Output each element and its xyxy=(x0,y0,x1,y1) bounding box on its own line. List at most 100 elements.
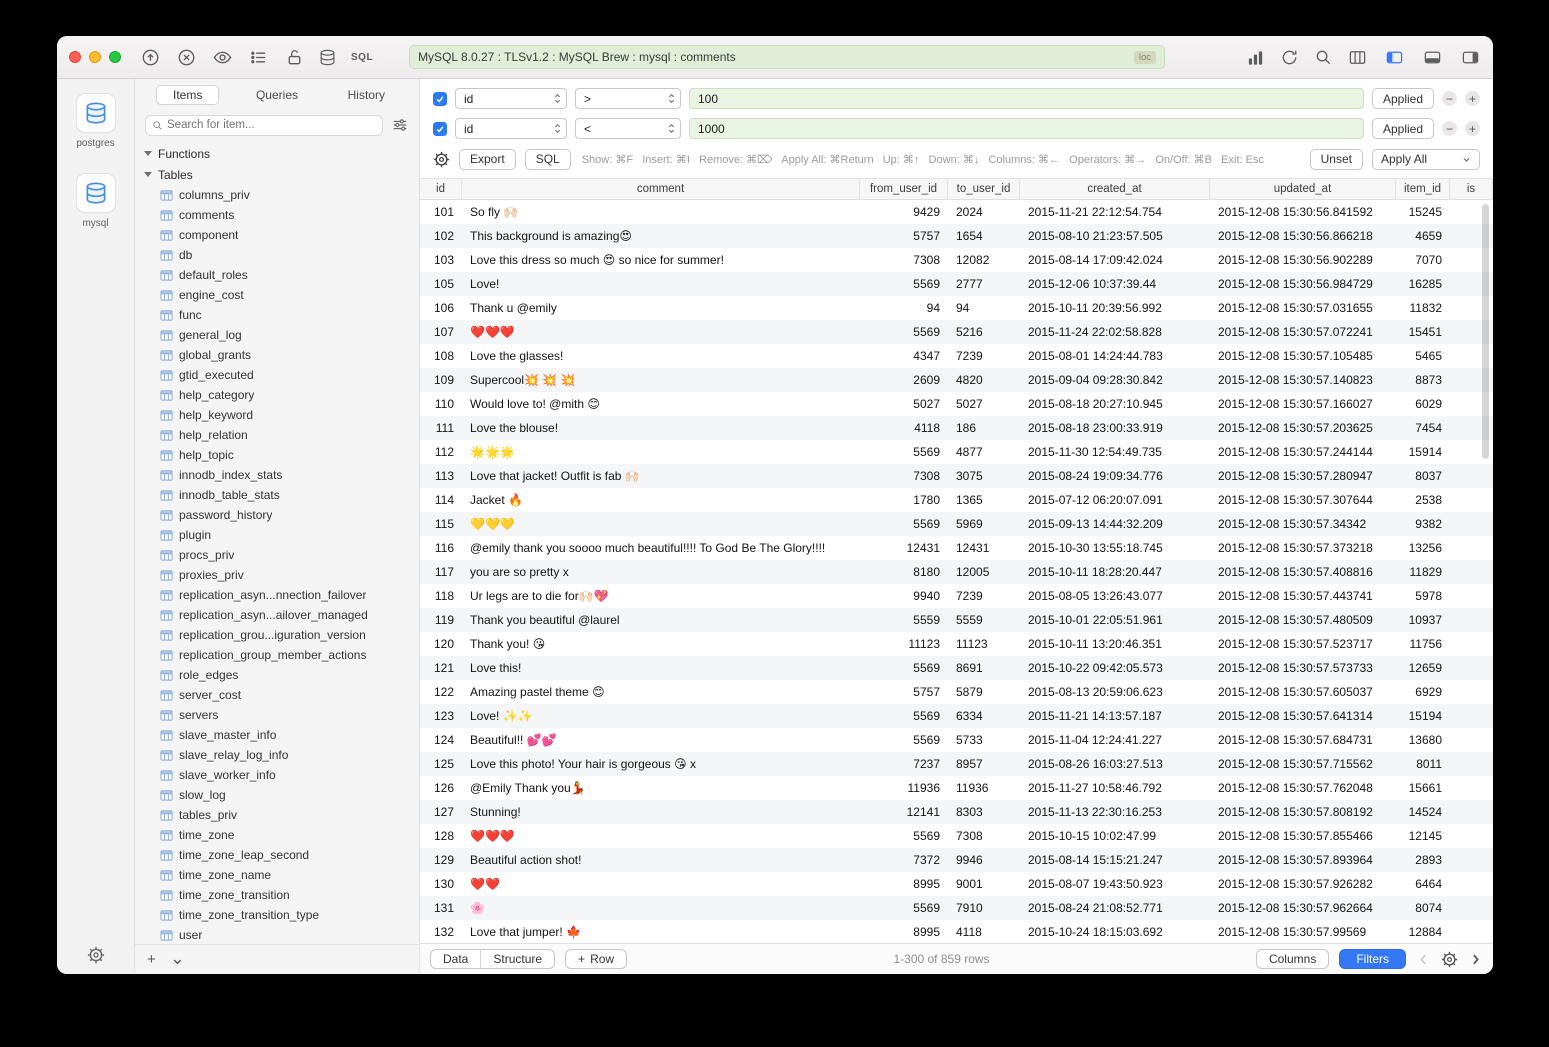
table-row[interactable]: 128 ❤️❤️❤️ 5569 7308 2015-10-15 10:02:47… xyxy=(420,824,1493,848)
sidebar-table-item[interactable]: user xyxy=(135,925,419,944)
table-row[interactable]: 113 Love that jacket! Outfit is fab 🙌🏻 7… xyxy=(420,464,1493,488)
search-input[interactable] xyxy=(167,119,376,131)
toggle-right-panel-icon[interactable] xyxy=(1460,48,1481,67)
sidebar-table-item[interactable]: servers xyxy=(135,705,419,725)
tab-queries[interactable]: Queries xyxy=(232,86,321,104)
sidebar-table-item[interactable]: db xyxy=(135,245,419,265)
sidebar-table-item[interactable]: comments xyxy=(135,205,419,225)
table-row[interactable]: 121 Love this! 5569 8691 2015-10-22 09:4… xyxy=(420,656,1493,680)
gear-icon[interactable] xyxy=(87,946,105,964)
table-row[interactable]: 122 Amazing pastel theme 😊 5757 5879 201… xyxy=(420,680,1493,704)
add-filter-button[interactable]: + xyxy=(1465,91,1480,106)
table-row[interactable]: 130 ❤️❤️ 8995 9001 2015-08-07 19:43:50.9… xyxy=(420,872,1493,896)
sidebar-table-item[interactable]: time_zone xyxy=(135,825,419,845)
column-header[interactable]: is xyxy=(1450,179,1493,199)
toggle-left-panel-icon[interactable] xyxy=(1384,48,1405,67)
table-row[interactable]: 101 So fly 🙌🏻 9429 2024 2015-11-21 22:12… xyxy=(420,200,1493,224)
table-row[interactable]: 129 Beautiful action shot! 7372 9946 201… xyxy=(420,848,1493,872)
sidebar-table-item[interactable]: columns_priv xyxy=(135,185,419,205)
sidebar-table-item[interactable]: help_relation xyxy=(135,425,419,445)
sidebar-table-item[interactable]: general_log xyxy=(135,325,419,345)
sidebar-table-item[interactable]: innodb_table_stats xyxy=(135,485,419,505)
filter-value-input[interactable] xyxy=(689,88,1364,109)
sidebar-table-item[interactable]: global_grants xyxy=(135,345,419,365)
add-filter-button[interactable]: + xyxy=(1465,121,1480,136)
close-window-button[interactable] xyxy=(69,51,81,63)
section-functions[interactable]: Functions xyxy=(135,143,419,164)
sidebar-table-item[interactable]: help_keyword xyxy=(135,405,419,425)
table-row[interactable]: 111 Love the blouse! 4118 186 2015-08-18… xyxy=(420,416,1493,440)
minimize-window-button[interactable] xyxy=(89,51,101,63)
sidebar-table-item[interactable]: time_zone_leap_second xyxy=(135,845,419,865)
add-item-button[interactable]: + xyxy=(147,952,156,967)
export-button[interactable]: Export xyxy=(459,149,516,170)
columns-button[interactable]: Columns xyxy=(1256,949,1329,969)
sidebar-table-item[interactable]: component xyxy=(135,225,419,245)
filter-column-select[interactable]: id xyxy=(455,118,567,139)
sidebar-table-item[interactable]: time_zone_transition_type xyxy=(135,905,419,925)
sidebar-table-item[interactable]: default_roles xyxy=(135,265,419,285)
sidebar-table-item[interactable]: time_zone_transition xyxy=(135,885,419,905)
sidebar-table-item[interactable]: procs_priv xyxy=(135,545,419,565)
zoom-window-button[interactable] xyxy=(109,51,121,63)
sidebar-table-item[interactable]: role_edges xyxy=(135,665,419,685)
sidebar-table-item[interactable]: proxies_priv xyxy=(135,565,419,585)
sidebar-table-item[interactable]: engine_cost xyxy=(135,285,419,305)
table-row[interactable]: 115 💛💛💛 5569 5969 2015-09-13 14:44:32.20… xyxy=(420,512,1493,536)
column-header[interactable]: from_user_id xyxy=(860,179,948,199)
remove-filter-button[interactable]: − xyxy=(1442,91,1457,106)
chevron-down-icon[interactable] xyxy=(172,954,183,965)
table-row[interactable]: 126 @Emily Thank you💃 11936 11936 2015-1… xyxy=(420,776,1493,800)
table-row[interactable]: 127 Stunning! 12141 8303 2015-11-13 22:3… xyxy=(420,800,1493,824)
toggle-bottom-panel-icon[interactable] xyxy=(1422,48,1443,67)
sidebar-table-item[interactable]: gtid_executed xyxy=(135,365,419,385)
sql-editor-icon[interactable]: SQL xyxy=(351,52,373,63)
column-header[interactable]: comment xyxy=(462,179,860,199)
table-row[interactable]: 114 Jacket 🔥 1780 1365 2015-07-12 06:20:… xyxy=(420,488,1493,512)
connection-mysql[interactable]: mysql xyxy=(76,173,116,229)
chevron-left-icon[interactable] xyxy=(1416,952,1431,967)
table-row[interactable]: 120 Thank you! 😘 11123 11123 2015-10-11 … xyxy=(420,632,1493,656)
gear-icon[interactable] xyxy=(1441,951,1458,968)
sidebar-table-item[interactable]: time_zone_name xyxy=(135,865,419,885)
applied-button[interactable]: Applied xyxy=(1372,88,1434,109)
table-row[interactable]: 124 Beautiful!! 💕💕 5569 5733 2015-11-04 … xyxy=(420,728,1493,752)
add-row-button[interactable]: + Row xyxy=(565,949,627,969)
tab-items[interactable]: Items xyxy=(143,86,232,104)
table-row[interactable]: 125 Love this photo! Your hair is gorgeo… xyxy=(420,752,1493,776)
unset-button[interactable]: Unset xyxy=(1310,149,1363,170)
apply-all-button[interactable]: Apply All xyxy=(1372,149,1480,170)
data-tab-button[interactable]: Data xyxy=(431,950,480,968)
table-row[interactable]: 107 ❤️❤️❤️ 5569 5216 2015-11-24 22:02:58… xyxy=(420,320,1493,344)
table-row[interactable]: 117 you are so pretty x 8180 12005 2015-… xyxy=(420,560,1493,584)
vertical-scrollbar[interactable] xyxy=(1482,204,1489,459)
sidebar-table-item[interactable]: func xyxy=(135,305,419,325)
applied-button[interactable]: Applied xyxy=(1372,118,1434,139)
table-row[interactable]: 118 Ur legs are to die for🙌🏻💖 9940 7239 … xyxy=(420,584,1493,608)
filter-enabled-checkbox[interactable] xyxy=(433,122,447,136)
table-row[interactable]: 132 Love that jumper! 🍁 8995 4118 2015-1… xyxy=(420,920,1493,943)
sidebar-table-item[interactable]: replication_grou...iguration_version xyxy=(135,625,419,645)
sidebar-table-item[interactable]: replication_asyn...nnection_failover xyxy=(135,585,419,605)
tab-history[interactable]: History xyxy=(322,86,411,104)
search-icon[interactable] xyxy=(1314,48,1333,67)
database-icon[interactable] xyxy=(318,48,337,67)
structure-tab-button[interactable]: Structure xyxy=(480,950,554,968)
sidebar-table-item[interactable]: replication_group_member_actions xyxy=(135,645,419,665)
gear-icon[interactable] xyxy=(433,151,450,168)
chevron-right-icon[interactable] xyxy=(1468,952,1483,967)
disconnect-icon[interactable] xyxy=(177,48,196,67)
column-header[interactable]: created_at xyxy=(1020,179,1210,199)
sidebar-table-item[interactable]: slave_worker_info xyxy=(135,765,419,785)
chart-icon[interactable] xyxy=(1246,48,1265,67)
section-tables[interactable]: Tables xyxy=(135,164,419,185)
queue-list-icon[interactable] xyxy=(249,48,268,67)
sidebar-table-item[interactable]: password_history xyxy=(135,505,419,525)
sidebar-table-item[interactable]: help_topic xyxy=(135,445,419,465)
sql-button[interactable]: SQL xyxy=(525,149,571,170)
filter-value-input[interactable] xyxy=(689,118,1364,139)
sidebar-table-item[interactable]: slave_relay_log_info xyxy=(135,745,419,765)
table-row[interactable]: 112 🌟🌟🌟 5569 4877 2015-11-30 12:54:49.73… xyxy=(420,440,1493,464)
sidebar-table-item[interactable]: innodb_index_stats xyxy=(135,465,419,485)
search-field[interactable] xyxy=(145,115,383,136)
